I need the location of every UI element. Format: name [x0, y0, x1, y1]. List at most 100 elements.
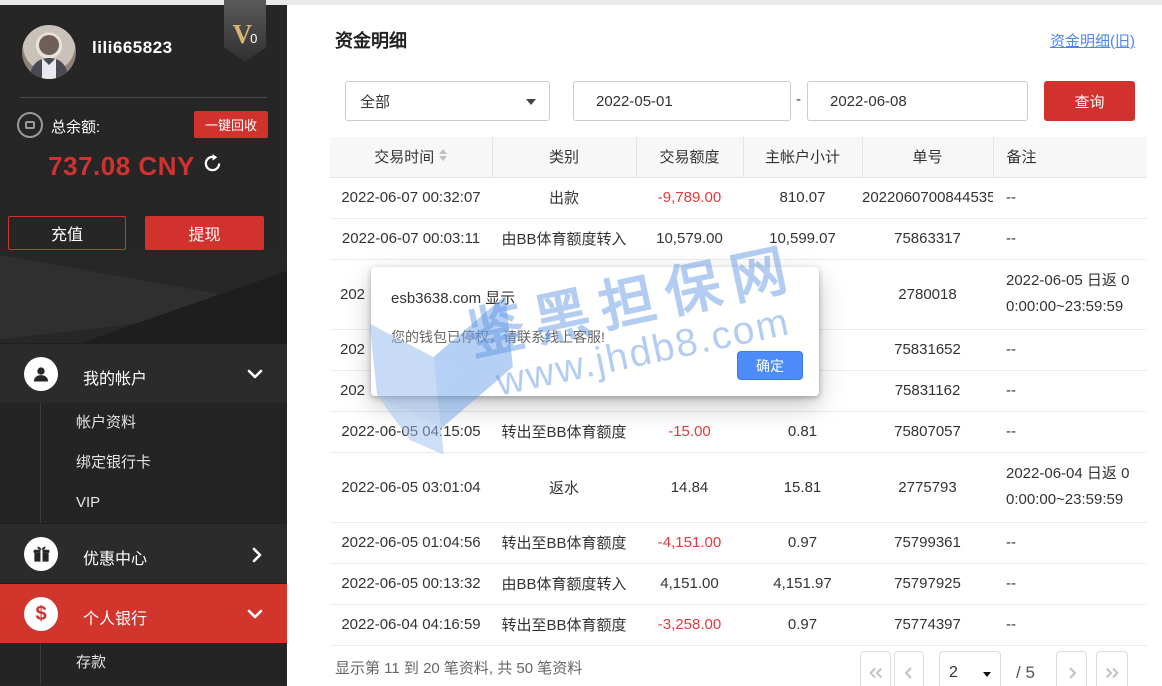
withdraw-button[interactable]: 提现 [145, 216, 264, 250]
vip-badge[interactable]: V 0 [224, 0, 266, 62]
column-header-subtotal: 主帐户小计 [743, 137, 862, 177]
table-cell: 2775793 [862, 452, 993, 522]
pagination-first-button[interactable] [860, 651, 891, 686]
table-cell: 15.81 [743, 452, 862, 522]
table-cell: 2022-06-05 01:04:56 [330, 522, 492, 563]
table-cell-remark: 2022-06-05 日返 00:00:00~23:59:59 [993, 259, 1147, 329]
avatar-silhouette [22, 25, 76, 79]
sidebar-item-deposit[interactable]: 存款 [41, 643, 287, 683]
old-version-link[interactable]: 资金明细(旧) [1050, 30, 1135, 51]
table-cell: 2022-06-05 03:01:04 [330, 452, 492, 522]
type-select[interactable]: 全部 [345, 81, 550, 121]
select-arrow-icon [526, 99, 536, 105]
page-select[interactable]: 2 [939, 651, 1001, 686]
table-cell: 出款 [492, 177, 636, 218]
column-header-time[interactable]: 交易时间 [330, 137, 492, 177]
submenu-my-account: 帐户资料 绑定银行卡 VIP [0, 403, 287, 523]
table-cell-remark: -- [993, 411, 1147, 452]
table-cell: 2022-06-07 00:32:07 [330, 177, 492, 218]
sidebar-decoration [0, 255, 287, 343]
user-icon [24, 357, 58, 391]
avatar[interactable] [22, 25, 76, 79]
column-header-category: 类别 [492, 137, 636, 177]
one-key-recover-button[interactable]: 一键回收 [194, 111, 268, 138]
table-row: 2022-06-07 00:32:07出款-9,789.00810.072022… [330, 177, 1147, 218]
chevron-down-icon [247, 607, 263, 625]
table-cell: 0.97 [743, 604, 862, 645]
refresh-icon[interactable] [203, 154, 222, 178]
wallet-icon [17, 112, 43, 138]
dialog-message: 您的钱包已停权，请联系线上客服! [391, 327, 605, 347]
sidebar-item-vip[interactable]: VIP [41, 483, 287, 523]
table-body: 2022-06-07 00:32:07出款-9,789.00810.07 2022… [330, 177, 1147, 645]
select-arrow-icon [983, 672, 991, 677]
sidebar: lili665823 V 0 总余额: 一键回收 737.08 CNY 充值 提… [0, 5, 287, 686]
balance-row: 总余额: 一键回收 [0, 111, 287, 143]
pagination-prev-button[interactable] [894, 651, 924, 686]
date-from-input[interactable]: 2022-05-01 [573, 81, 791, 121]
sidebar-item-label: 个人银行 [83, 605, 147, 629]
chevron-right-icon [251, 547, 263, 568]
sidebar-item-promotions[interactable]: 优惠中心 [0, 523, 287, 583]
table-cell: 810.07 [743, 177, 862, 218]
sidebar-item-account-info[interactable]: 帐户资料 [41, 403, 287, 443]
table-cell: 返水 [492, 452, 636, 522]
table-cell: 2780018 [862, 259, 993, 329]
table-cell-remark: -- [993, 329, 1147, 370]
dialog-title: esb3638.com 显示 [391, 287, 515, 308]
table-cell: 10,599.07 [743, 218, 862, 259]
vip-level: 0 [250, 31, 257, 46]
table-cell-remark: -- [993, 604, 1147, 645]
double-chevron-left-icon [867, 666, 885, 680]
table-cell: 75807057 [862, 411, 993, 452]
table-row: 2022-06-05 01:04:56转出至BB体育额度-4,151.000.9… [330, 522, 1147, 563]
sidebar-item-bind-bank-card[interactable]: 绑定银行卡 [41, 443, 287, 483]
table-cell-remark: -- [993, 563, 1147, 604]
table-cell: -15.00 [636, 411, 743, 452]
filter-bar: 全部 2022-05-01 - 2022-06-08 查询 [287, 81, 1162, 121]
sidebar-menu: 我的帐户 帐户资料 绑定银行卡 VIP 优惠中心 [0, 343, 287, 684]
page-title: 资金明细 [335, 27, 407, 53]
sidebar-item-label: 优惠中心 [83, 545, 147, 569]
table-cell: 75863317 [862, 218, 993, 259]
table-cell-remark: -- [993, 370, 1147, 411]
table-row: 2022-06-04 04:16:59转出至BB体育额度-3,258.000.9… [330, 604, 1147, 645]
dollar-icon: $ [24, 597, 58, 631]
table-cell: 0.81 [743, 411, 862, 452]
deposit-button[interactable]: 充值 [8, 216, 126, 250]
table-cell-remark: -- [993, 522, 1147, 563]
balance-line: 737.08 CNY [0, 151, 270, 182]
sidebar-item-personal-bank[interactable]: $ 个人银行 [0, 583, 287, 643]
double-chevron-right-icon [1103, 666, 1121, 680]
table-cell: 2022-06-04 04:16:59 [330, 604, 492, 645]
table-cell-remark: -- [993, 177, 1147, 218]
column-header-remark: 备注 [993, 137, 1147, 177]
page-total-label: / 5 [1016, 663, 1035, 683]
table-cell: 2022-06-05 00:13:32 [330, 563, 492, 604]
table-cell: 75774397 [862, 604, 993, 645]
column-header-amount: 交易额度 [636, 137, 743, 177]
pagination-last-button[interactable] [1096, 651, 1128, 686]
sort-icon [439, 149, 447, 161]
pagination-next-button[interactable] [1056, 651, 1087, 686]
username: lili665823 [92, 38, 173, 58]
date-to-input[interactable]: 2022-06-08 [807, 81, 1028, 121]
table-cell: 转出至BB体育额度 [492, 411, 636, 452]
gift-icon [24, 537, 58, 571]
table-cell: 由BB体育额度转入 [492, 218, 636, 259]
table-cell-remark: 2022-06-04 日返 00:00:00~23:59:59 [993, 452, 1147, 522]
sidebar-item-my-account[interactable]: 我的帐户 [0, 343, 287, 403]
table-cell: -3,258.00 [636, 604, 743, 645]
balance-label: 总余额: [51, 116, 100, 137]
table-cell: -9,789.00 [636, 177, 743, 218]
table-cell: 0.97 [743, 522, 862, 563]
page: lili665823 V 0 总余额: 一键回收 737.08 CNY 充值 提… [0, 0, 1162, 686]
dialog-ok-button[interactable]: 确定 [737, 351, 803, 380]
table-cell: 75797925 [862, 563, 993, 604]
table-cell: 4,151.00 [636, 563, 743, 604]
table-cell: 转出至BB体育额度 [492, 522, 636, 563]
search-button[interactable]: 查询 [1044, 81, 1135, 121]
table-header-row: 交易时间 类别 交易额度 主帐户小计 单号 备注 [330, 137, 1147, 177]
table-row: 2022-06-05 03:01:04返水14.8415.81277579320… [330, 452, 1147, 522]
chevron-right-icon [1066, 666, 1078, 680]
